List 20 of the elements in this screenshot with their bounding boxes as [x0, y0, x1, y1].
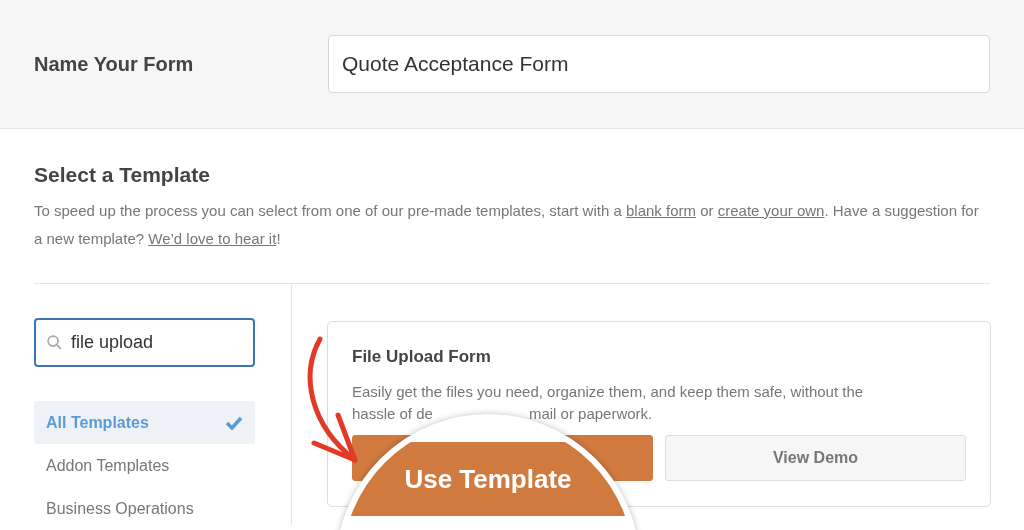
intro-paragraph: To speed up the process you can select from one of our pre-made templates, start with a blank form or create your own. Have a suggestion for a new template? We’d love to hear it! [34, 197, 990, 284]
card-title: File Upload Form [352, 347, 492, 367]
search-input[interactable]: file upload [69, 331, 243, 354]
category-item[interactable]: Addon Templates [34, 444, 255, 487]
category-item[interactable]: All Templates [34, 401, 255, 444]
intro-link[interactable]: We’d love to hear it [148, 230, 277, 247]
magnified-button-label: Use Template [404, 463, 572, 495]
search-field[interactable]: file upload [34, 318, 255, 367]
form-name-field[interactable]: Quote Acceptance Form [328, 35, 990, 93]
view-demo-button[interactable]: View Demo [665, 435, 966, 481]
section-title: Select a Template [34, 163, 211, 187]
form-name-label: Name Your Form [34, 52, 195, 76]
search-icon [46, 334, 63, 351]
card-description: mail or paperwork. [528, 405, 653, 422]
category-item[interactable]: Business Operations [34, 487, 255, 530]
intro-link[interactable]: create your own [717, 202, 825, 219]
card-description: Easily get the files you need, organize them, and keep them safe, without the [352, 382, 865, 402]
check-icon [225, 415, 243, 430]
card-description: hassle of de [352, 405, 433, 422]
intro-link[interactable]: blank form [626, 202, 696, 219]
